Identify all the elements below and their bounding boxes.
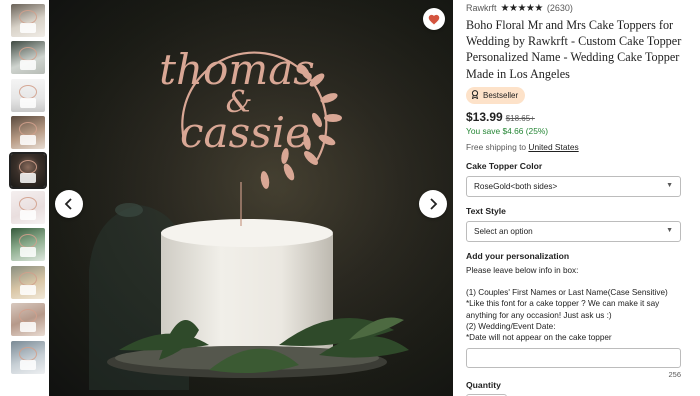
prev-image-button[interactable] bbox=[55, 190, 83, 218]
thumbnail[interactable] bbox=[11, 116, 45, 150]
thumbnail-selected[interactable] bbox=[9, 151, 47, 189]
bestseller-badge: Bestseller bbox=[466, 86, 526, 104]
personalization-label: Add your personalization bbox=[466, 250, 570, 261]
personalization-textarea[interactable] bbox=[466, 348, 681, 369]
thumbnail[interactable] bbox=[11, 4, 45, 37]
thumbnail[interactable] bbox=[11, 265, 45, 299]
review-count[interactable]: (2630) bbox=[547, 3, 573, 13]
instruction-line: (2) Wedding/Event Date: bbox=[466, 321, 556, 331]
badge-label: Bestseller bbox=[483, 90, 519, 100]
color-label: Cake Topper Color bbox=[466, 160, 543, 171]
instruction-line bbox=[466, 276, 690, 287]
product-photo: thomas & cassie bbox=[49, 0, 453, 396]
chevron-down-icon: ▼ bbox=[666, 181, 673, 189]
personalization-instructions: Please leave below info in box: (1) Coup… bbox=[466, 265, 690, 343]
instruction-line: *Date will not appear on the cake topper bbox=[466, 333, 612, 343]
thumbnail[interactable] bbox=[11, 41, 45, 75]
shop-name-link[interactable]: Rawkrft bbox=[466, 3, 497, 13]
shipping-destination-link[interactable]: United States bbox=[528, 142, 578, 152]
heart-icon bbox=[428, 14, 440, 24]
text-style-label: Text Style bbox=[466, 205, 506, 216]
original-price: $18.65+ bbox=[505, 113, 535, 123]
shipping-info: Free shipping to United States bbox=[466, 142, 690, 152]
color-select-value: RoseGold<both sides> bbox=[474, 181, 558, 191]
product-title: Boho Floral Mr and Mrs Cake Toppers for … bbox=[466, 18, 682, 81]
chevron-left-icon bbox=[64, 198, 72, 210]
product-main-image[interactable]: thomas & cassie bbox=[49, 0, 453, 396]
character-counter: 256 bbox=[668, 370, 681, 380]
instruction-line: Please leave below info in box: bbox=[466, 265, 579, 275]
text-style-select[interactable]: Select an option ▼ bbox=[466, 220, 681, 242]
thumbnail[interactable] bbox=[11, 340, 45, 374]
instruction-line: (1) Couples' First Names or Last Name(Ca… bbox=[466, 288, 668, 298]
thumbnail[interactable] bbox=[11, 228, 45, 262]
shop-row: Rawkrft ★★★★★ (2630) bbox=[466, 1, 690, 15]
thumbnail[interactable] bbox=[11, 303, 45, 337]
quantity-label: Quantity bbox=[466, 380, 501, 391]
price-row: $13.99 $18.65+ bbox=[466, 110, 690, 124]
current-price: $13.99 bbox=[466, 109, 503, 124]
next-image-button[interactable] bbox=[419, 190, 447, 218]
favorite-button[interactable] bbox=[423, 8, 445, 30]
savings-text: You save $4.66 (25%) bbox=[466, 125, 549, 136]
chevron-right-icon bbox=[430, 198, 438, 210]
chevron-down-icon: ▼ bbox=[666, 226, 673, 234]
instruction-line: anything for any occasion! Just ask us :… bbox=[466, 310, 612, 320]
shipping-prefix: Free shipping to bbox=[466, 141, 529, 152]
instruction-line: *Like this font for a cake topper ? We c… bbox=[466, 299, 660, 309]
color-select[interactable]: RoseGold<both sides> ▼ bbox=[466, 175, 681, 197]
product-details-panel: Rawkrft ★★★★★ (2630) Boho Floral Mr and … bbox=[466, 0, 690, 396]
thumbnail[interactable] bbox=[11, 78, 45, 112]
thumbnail-strip bbox=[9, 4, 47, 378]
topper-line3: cassie bbox=[180, 108, 310, 157]
thumbnail[interactable] bbox=[11, 190, 45, 224]
text-style-placeholder: Select an option bbox=[474, 226, 533, 236]
star-rating[interactable]: ★★★★★ bbox=[501, 3, 544, 14]
award-ribbon-icon bbox=[471, 89, 479, 101]
